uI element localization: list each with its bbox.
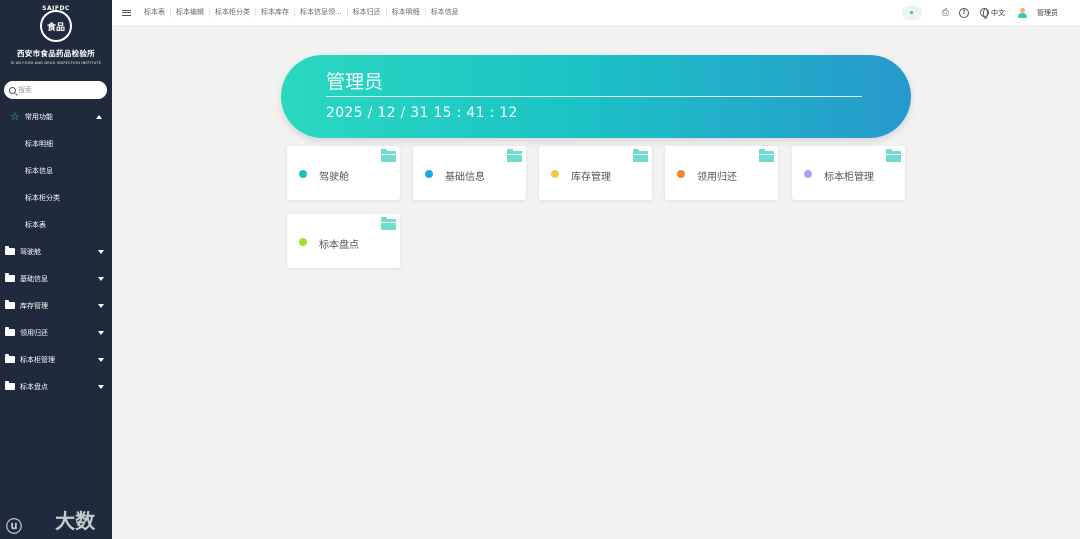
globe-icon <box>980 8 989 19</box>
sidebar-menu: ☆ 常用功能 标本明细 标本信息 标本柜分类 标本表 驾驶舱 基础信息 库存管理… <box>0 103 112 400</box>
card-cabinet-management[interactable]: 标本柜管理 <box>792 146 905 200</box>
sidebar-group-common[interactable]: ☆ 常用功能 <box>0 103 112 130</box>
sidebar-item-basic-info[interactable]: 基础信息 <box>0 265 112 292</box>
folder-icon <box>5 300 15 309</box>
sidebar-item-label: 基础信息 <box>20 274 48 283</box>
sidebar: SAIFDC 食品 西安市食品药品检验所 XI'AN FOOD AND DRUG… <box>0 0 112 539</box>
sidebar-subitem-cabinet-category[interactable]: 标本柜分类 <box>0 184 112 211</box>
banner-title: 管理员 <box>326 71 384 93</box>
folder-icon <box>5 327 15 336</box>
language-switch[interactable]: 中文 <box>980 8 1005 19</box>
org-abbr: SAIFDC <box>42 5 70 12</box>
sidebar-item-inventory[interactable]: 库存管理 <box>0 292 112 319</box>
org-emblem-icon: SAIFDC 食品 <box>40 5 72 42</box>
star-icon: ☆ <box>10 110 20 123</box>
card-dot <box>299 238 307 246</box>
org-name: 西安市食品药品检验所 <box>17 49 95 58</box>
top-bar: 标本表 标本编辑 标本柜分类 标本库存 标本信息领... 标本归还 标本明细 标… <box>112 0 1080 25</box>
card-inventory[interactable]: 库存管理 <box>539 146 652 200</box>
tab-specimen-return[interactable]: 标本归还 <box>348 8 387 17</box>
printer-icon[interactable]: ⎙ <box>942 8 949 18</box>
watermark-text: 大数跨境 <box>55 509 96 539</box>
card-label: 库存管理 <box>571 172 611 183</box>
card-borrow-return[interactable]: 领用归还 <box>665 146 778 200</box>
language-label: 中文 <box>991 8 1005 17</box>
tab-specimen-detail[interactable]: 标本明细 <box>387 8 426 17</box>
chevron-up-icon <box>96 114 102 119</box>
card-label: 驾驶舱 <box>319 172 349 183</box>
watermark: ⓤ 100 大数跨境 <box>6 505 112 539</box>
sidebar-subitem-specimen-info[interactable]: 标本信息 <box>0 157 112 184</box>
chevron-down-icon <box>98 384 104 389</box>
chevron-down-icon <box>98 303 104 308</box>
sidebar-item-cabinet-management[interactable]: 标本柜管理 <box>0 346 112 373</box>
chevron-down-icon <box>98 357 104 362</box>
search-icon <box>9 86 16 94</box>
search-input[interactable] <box>18 86 106 94</box>
tab-specimen-info[interactable]: 标本信息 <box>426 8 464 17</box>
chevron-down-icon <box>98 330 104 335</box>
chevron-down-icon <box>98 249 104 254</box>
card-basic-info[interactable]: 基础信息 <box>413 146 526 200</box>
card-label: 基础信息 <box>445 172 485 183</box>
sidebar-item-label: 领用归还 <box>20 328 48 337</box>
tab-specimen-edit[interactable]: 标本编辑 <box>171 8 210 17</box>
card-label: 领用归还 <box>697 172 737 183</box>
chevron-down-icon <box>98 276 104 281</box>
sidebar-item-stocktake[interactable]: 标本盘点 <box>0 373 112 400</box>
sidebar-item-cockpit[interactable]: 驾驶舱 <box>0 238 112 265</box>
tab-specimen-info-borrow[interactable]: 标本信息领... <box>295 8 348 17</box>
sidebar-item-label: 库存管理 <box>20 301 48 310</box>
menu-fold-icon[interactable] <box>122 9 131 16</box>
org-emblem-text: 食品 <box>46 22 65 33</box>
avatar-icon <box>1018 7 1027 18</box>
card-dot <box>551 170 559 178</box>
sidebar-item-borrow-return[interactable]: 领用归还 <box>0 319 112 346</box>
watermark-icon: ⓤ 100 <box>6 516 39 539</box>
folder-icon <box>381 149 396 162</box>
sidebar-item-label: 标本柜管理 <box>20 355 55 364</box>
status-dot-icon <box>910 11 914 14</box>
user-menu[interactable]: 管理员 <box>1018 7 1058 18</box>
status-indicator[interactable] <box>901 5 922 20</box>
org-logo: SAIFDC 食品 西安市食品药品检验所 XI'AN FOOD AND DRUG… <box>0 0 112 78</box>
card-label: 标本盘点 <box>319 240 359 251</box>
card-dot <box>677 170 685 178</box>
folder-icon <box>5 354 15 363</box>
folder-icon <box>886 149 901 162</box>
tab-cabinet-category[interactable]: 标本柜分类 <box>210 8 256 17</box>
top-right-tools: ⎙ ? 中文 管理员 <box>901 0 1080 25</box>
folder-icon <box>633 149 648 162</box>
banner-divider <box>326 96 862 97</box>
card-stocktake[interactable]: 标本盘点 <box>287 214 400 268</box>
folder-icon <box>5 381 15 390</box>
org-name-en: XI'AN FOOD AND DRUG INSPECTION INSTITUTE <box>10 61 102 65</box>
sidebar-subitem-specimen-table[interactable]: 标本表 <box>0 211 112 238</box>
sidebar-item-label: 驾驶舱 <box>20 247 41 256</box>
tab-bar: 标本表 标本编辑 标本柜分类 标本库存 标本信息领... 标本归还 标本明细 标… <box>139 8 464 17</box>
card-dot <box>299 170 307 178</box>
folder-icon <box>381 217 396 230</box>
help-icon[interactable]: ? <box>959 7 969 18</box>
user-name: 管理员 <box>1037 8 1058 17</box>
folder-icon <box>5 273 15 282</box>
welcome-banner: 管理员 2025 / 12 / 31 15 : 41 : 12 <box>281 55 911 138</box>
sidebar-subitem-specimen-detail[interactable]: 标本明细 <box>0 130 112 157</box>
card-dot <box>804 170 812 178</box>
search-box[interactable] <box>4 81 107 99</box>
folder-icon <box>759 149 774 162</box>
tab-specimen-table[interactable]: 标本表 <box>139 8 171 17</box>
card-dot <box>425 170 433 178</box>
card-label: 标本柜管理 <box>824 172 874 183</box>
folder-icon <box>5 246 15 255</box>
banner-datetime: 2025 / 12 / 31 15 : 41 : 12 <box>326 105 518 121</box>
card-cockpit[interactable]: 驾驶舱 <box>287 146 400 200</box>
folder-icon <box>507 149 522 162</box>
sidebar-group-label: 常用功能 <box>24 112 53 121</box>
sidebar-item-label: 标本盘点 <box>20 382 48 391</box>
tab-specimen-inventory[interactable]: 标本库存 <box>256 8 295 17</box>
